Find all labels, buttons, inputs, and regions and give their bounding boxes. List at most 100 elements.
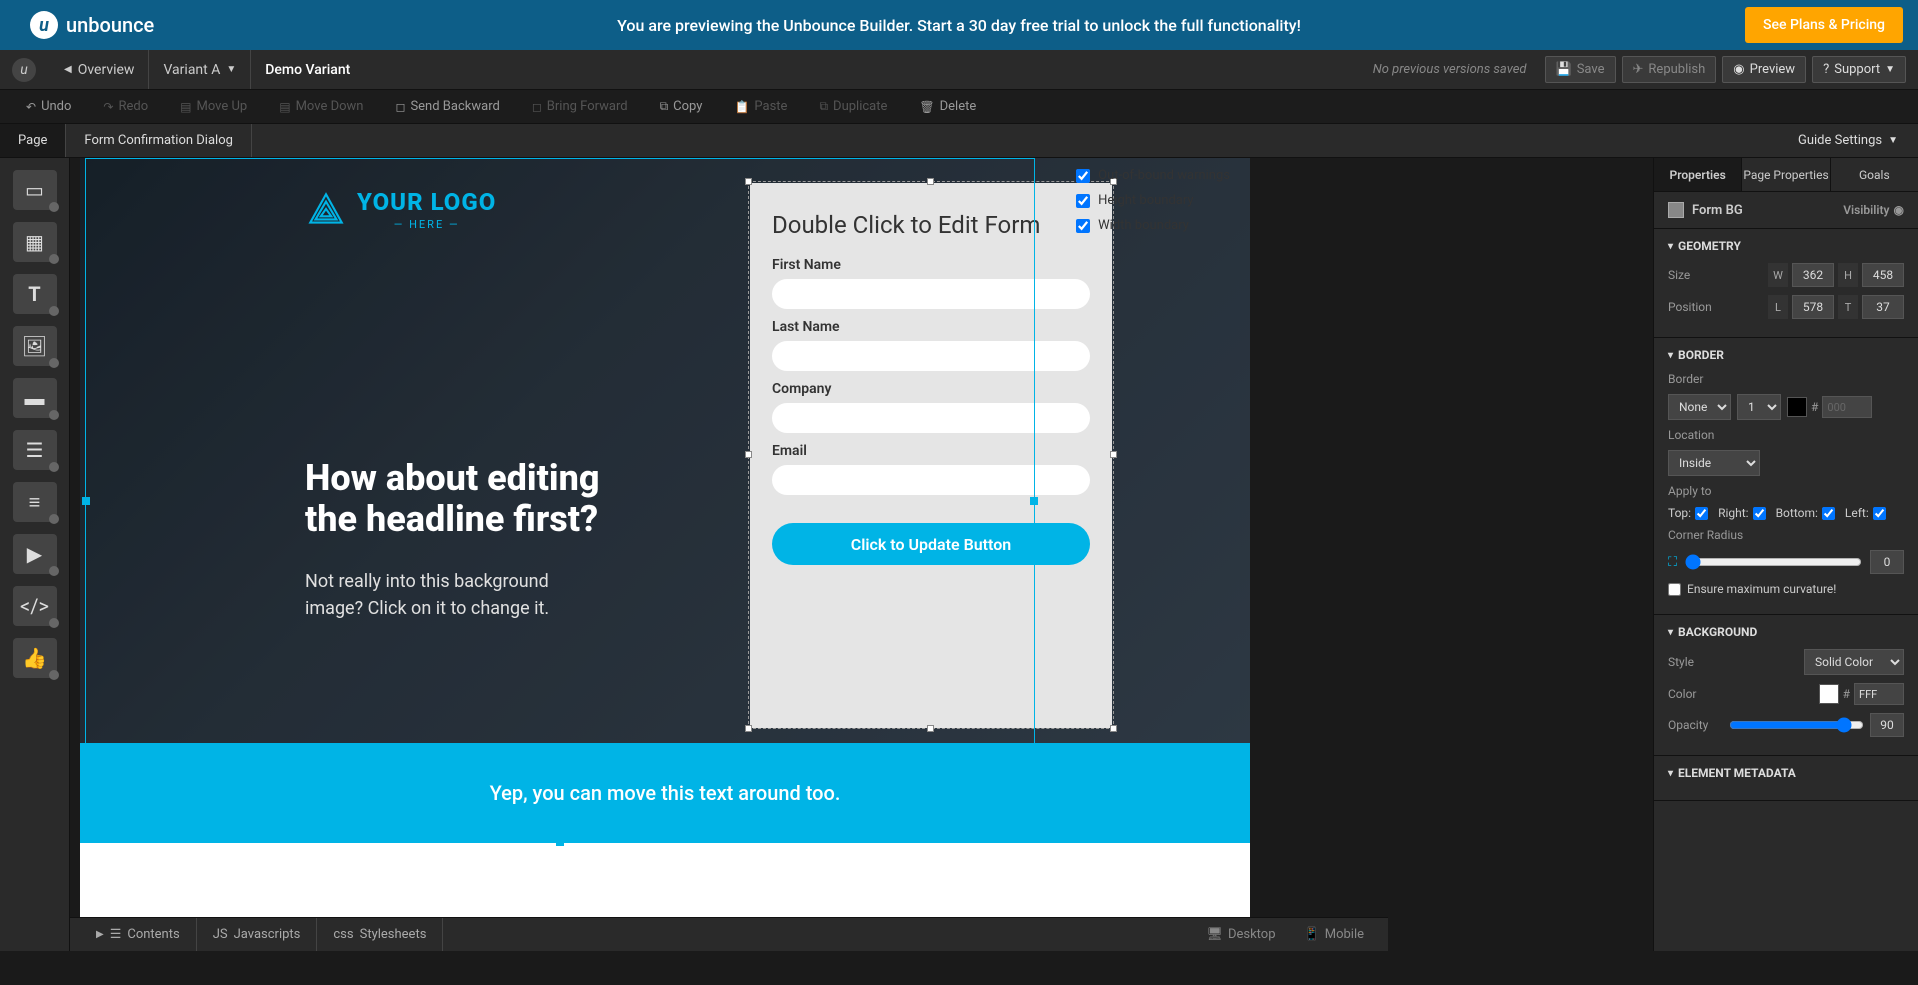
save-button[interactable]: 💾Save	[1545, 56, 1616, 83]
border-top-check[interactable]: Top:	[1668, 506, 1708, 520]
guide-out-of-bound[interactable]: Out-of-bound warnings	[1074, 166, 1232, 185]
send-backward-button[interactable]: ◻Send Backward	[379, 99, 515, 114]
undo-button[interactable]: ↶Undo	[10, 99, 87, 114]
hero-section[interactable]: YOUR LOGO — HERE — How about editing the…	[80, 158, 1250, 743]
tab-page-properties[interactable]: Page Properties	[1742, 158, 1830, 191]
page-name: Demo Variant	[251, 50, 364, 89]
first-name-input[interactable]	[772, 279, 1090, 309]
border-left-check[interactable]: Left:	[1845, 506, 1886, 520]
paste-icon: 📋	[734, 100, 749, 114]
bring-forward-button[interactable]: ◻Bring Forward	[516, 99, 644, 114]
banner-message: You are previewing the Unbounce Builder.…	[617, 16, 1301, 35]
form-submit-button[interactable]: Click to Update Button	[772, 523, 1090, 565]
javascripts-button[interactable]: JSJavascripts	[197, 918, 318, 951]
bg-opacity-label: Opacity	[1668, 718, 1723, 732]
social-tool[interactable]: 👍	[13, 638, 57, 678]
move-up-button[interactable]: ▤Move Up	[164, 99, 263, 114]
variant-dropdown[interactable]: Variant A▼	[149, 50, 251, 89]
background-header[interactable]: ▾BACKGROUND	[1668, 625, 1904, 639]
bg-opacity-slider[interactable]	[1729, 717, 1864, 733]
form-element[interactable]: Double Click to Edit Form First Name Las…	[750, 183, 1112, 728]
duplicate-button[interactable]: ⧉Duplicate	[803, 99, 903, 114]
max-curvature-check[interactable]: Ensure maximum curvature!	[1668, 582, 1904, 596]
field-label-company: Company	[772, 381, 1090, 397]
element-toolbar: ▭ ▦ T 🖼 ▬ ☰ ≡ ▶ </> 👍	[0, 158, 70, 951]
embed-tool[interactable]: ≡	[13, 482, 57, 522]
redo-icon: ↷	[103, 100, 113, 114]
width-input[interactable]	[1792, 263, 1834, 287]
app-icon[interactable]: u	[12, 58, 36, 82]
version-status: No previous versions saved	[1373, 62, 1527, 77]
main-area: ▭ ▦ T 🖼 ▬ ☰ ≡ ▶ </> 👍 YOUR LOGO — HERE —	[0, 158, 1918, 951]
border-style-select[interactable]: None	[1668, 394, 1731, 420]
corner-radius-label: Corner Radius	[1668, 528, 1743, 542]
video-tool[interactable]: ▶	[13, 534, 57, 574]
border-color-swatch[interactable]	[1787, 397, 1807, 417]
company-input[interactable]	[772, 403, 1090, 433]
guide-width-boundary[interactable]: Width boundary	[1074, 216, 1232, 235]
copy-button[interactable]: ⧉Copy	[644, 99, 719, 114]
see-plans-button[interactable]: See Plans & Pricing	[1745, 7, 1903, 43]
list-icon: ☰	[110, 927, 122, 942]
border-header[interactable]: ▾BORDER	[1668, 348, 1904, 362]
republish-label: Republish	[1648, 62, 1705, 77]
page-canvas[interactable]: YOUR LOGO — HERE — How about editing the…	[80, 158, 1250, 951]
delete-button[interactable]: 🗑Delete	[903, 99, 992, 114]
canvas[interactable]: YOUR LOGO — HERE — How about editing the…	[70, 158, 1653, 951]
last-name-input[interactable]	[772, 341, 1090, 371]
box-tool[interactable]: ▦	[13, 222, 57, 262]
height-input[interactable]	[1862, 263, 1904, 287]
section-tool[interactable]: ▭	[13, 170, 57, 210]
top-input[interactable]	[1862, 295, 1904, 319]
desktop-view-button[interactable]: 🖥Desktop	[1192, 927, 1289, 942]
email-input[interactable]	[772, 465, 1090, 495]
contents-panel-button[interactable]: ▶☰Contents	[80, 918, 197, 951]
size-label: Size	[1668, 268, 1723, 282]
stylesheets-button[interactable]: cssStylesheets	[317, 918, 443, 951]
text-strip[interactable]: Yep, you can move this text around too.	[80, 743, 1250, 843]
html-tool[interactable]: </>	[13, 586, 57, 626]
guide-height-boundary[interactable]: Height boundary	[1074, 191, 1232, 210]
link-corners-icon[interactable]: ⛶	[1668, 555, 1677, 570]
bg-opacity-input[interactable]	[1870, 713, 1904, 737]
text-tool[interactable]: T	[13, 274, 57, 314]
tab-properties[interactable]: Properties	[1654, 158, 1742, 191]
border-width-select[interactable]: 1	[1737, 394, 1781, 420]
paste-button[interactable]: 📋Paste	[718, 99, 803, 114]
republish-button[interactable]: ✈Republish	[1622, 56, 1717, 83]
metadata-header[interactable]: ▾ELEMENT METADATA	[1668, 766, 1904, 780]
tab-page[interactable]: Page	[0, 124, 66, 157]
h-label: H	[1838, 263, 1858, 287]
guide-settings-dropdown[interactable]: Guide Settings▼	[1798, 133, 1898, 148]
button-tool[interactable]: ▬	[13, 378, 57, 418]
mobile-view-button[interactable]: 📱Mobile	[1290, 927, 1378, 942]
preview-button[interactable]: ◉Preview	[1722, 56, 1806, 83]
image-tool[interactable]: 🖼	[13, 326, 57, 366]
left-input[interactable]	[1792, 295, 1834, 319]
form-tool[interactable]: ☰	[13, 430, 57, 470]
hero-subline[interactable]: Not really into this background image? C…	[305, 568, 549, 622]
tab-form-confirmation[interactable]: Form Confirmation Dialog	[66, 124, 252, 157]
bg-color-input[interactable]	[1854, 683, 1904, 705]
visibility-toggle[interactable]: Visibility ◉	[1843, 203, 1904, 217]
hero-logo[interactable]: YOUR LOGO — HERE —	[305, 188, 496, 231]
element-icon	[1668, 202, 1684, 218]
bg-style-select[interactable]: Solid Color	[1804, 649, 1904, 675]
border-location-select[interactable]: Inside	[1668, 450, 1760, 476]
bg-color-swatch[interactable]	[1819, 684, 1839, 704]
tab-goals[interactable]: Goals	[1831, 158, 1918, 191]
guide-checkboxes: Out-of-bound warnings Height boundary Wi…	[1074, 166, 1232, 241]
corner-radius-input[interactable]	[1870, 550, 1904, 574]
border-bottom-check[interactable]: Bottom:	[1776, 506, 1835, 520]
border-color-input[interactable]	[1822, 396, 1872, 418]
corner-radius-slider[interactable]	[1685, 554, 1862, 570]
support-button[interactable]: ?Support▼	[1812, 56, 1906, 83]
redo-button[interactable]: ↷Redo	[87, 99, 164, 114]
strip-text: Yep, you can move this text around too.	[490, 781, 841, 805]
border-right-check[interactable]: Right:	[1718, 506, 1766, 520]
overview-nav[interactable]: ◀Overview	[50, 50, 149, 89]
trash-icon: 🗑	[919, 100, 934, 114]
geometry-header[interactable]: ▾GEOMETRY	[1668, 239, 1904, 253]
move-down-button[interactable]: ▤Move Down	[263, 99, 379, 114]
hero-headline[interactable]: How about editing the headline first?	[305, 458, 600, 541]
